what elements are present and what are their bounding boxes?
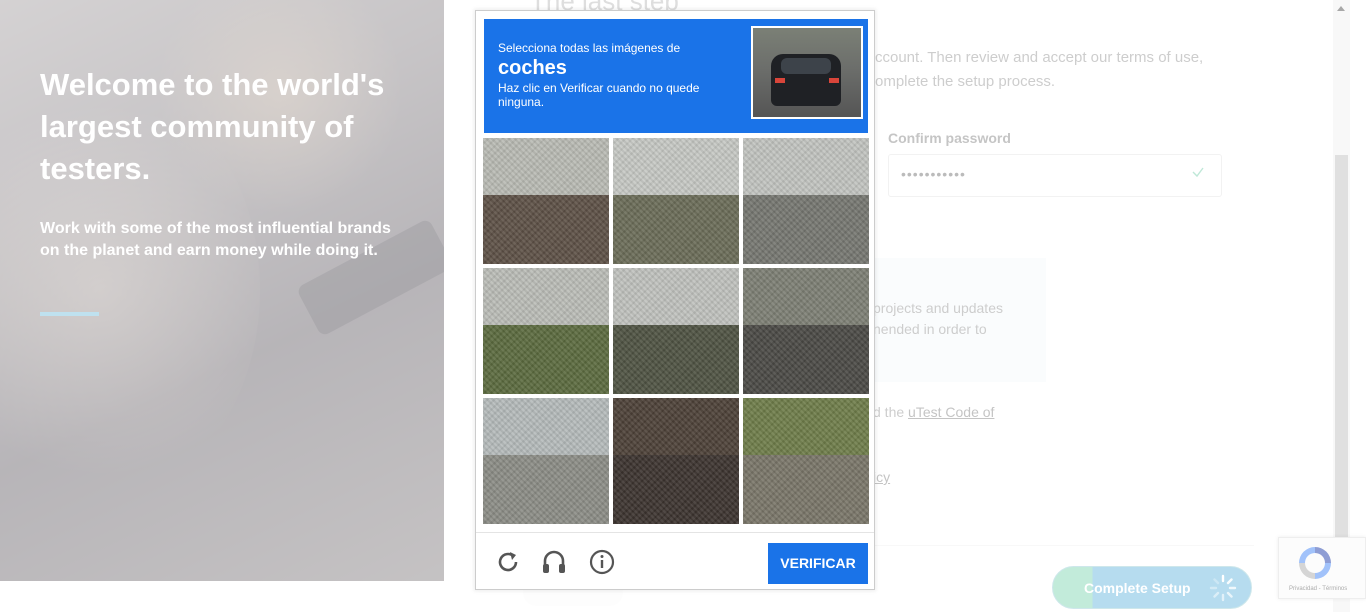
challenge-sample-image xyxy=(751,26,863,119)
challenge-footer: VERIFICAR xyxy=(476,532,874,589)
challenge-tile-2[interactable] xyxy=(613,138,739,264)
reload-icon[interactable] xyxy=(494,548,522,576)
challenge-image-grid xyxy=(483,138,870,525)
verify-button[interactable]: VERIFICAR xyxy=(768,543,868,584)
challenge-instruction: Selecciona todas las imágenes de xyxy=(498,41,681,55)
challenge-tile-3[interactable] xyxy=(743,138,869,264)
info-icon[interactable] xyxy=(588,548,616,576)
challenge-tile-6[interactable] xyxy=(743,268,869,394)
challenge-tile-5[interactable] xyxy=(613,268,739,394)
challenge-hint: Haz clic en Verificar cuando no quede ni… xyxy=(498,81,700,109)
challenge-header: Selecciona todas las imágenes de coches … xyxy=(484,19,868,133)
challenge-tile-4[interactable] xyxy=(483,268,609,394)
challenge-tile-8[interactable] xyxy=(613,398,739,524)
challenge-target-word: coches xyxy=(498,57,567,79)
challenge-tile-7[interactable] xyxy=(483,398,609,524)
audio-challenge-icon[interactable] xyxy=(540,548,568,576)
challenge-tile-1[interactable] xyxy=(483,138,609,264)
challenge-tile-9[interactable] xyxy=(743,398,869,524)
recaptcha-challenge: Selecciona todas las imágenes de coches … xyxy=(475,10,875,590)
